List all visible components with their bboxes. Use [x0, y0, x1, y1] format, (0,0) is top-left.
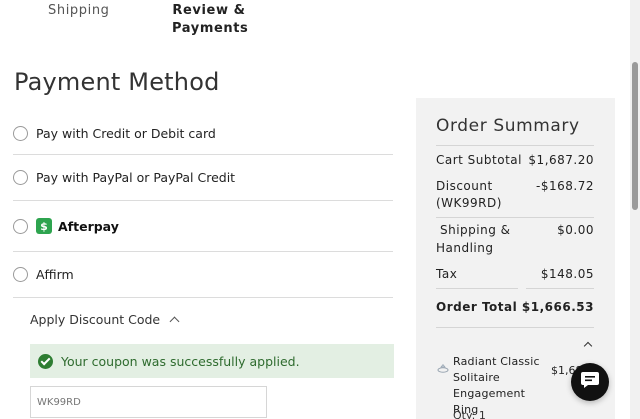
- apply-discount-toggle[interactable]: Apply Discount Code: [30, 312, 180, 327]
- payment-option-paypal[interactable]: Pay with PayPal or PayPal Credit: [13, 155, 393, 201]
- summary-label-line2: (WK99RD): [436, 196, 502, 210]
- summary-value: $1,687.20: [528, 153, 594, 167]
- summary-row-discount: Discount (WK99RD) -$168.72: [436, 178, 594, 212]
- step-review-payments[interactable]: Review & Payments: [172, 2, 249, 38]
- scrollbar-thumb[interactable]: [632, 62, 638, 210]
- ring-thumbnail-icon: [437, 358, 449, 373]
- summary-label: Tax: [436, 267, 458, 281]
- page-scrollbar[interactable]: [630, 0, 640, 419]
- discount-code-input[interactable]: [30, 386, 267, 418]
- summary-label: Discount (WK99RD): [436, 178, 502, 212]
- summary-label: Cart Subtotal: [436, 153, 522, 167]
- summary-label: Order Total: [436, 300, 518, 314]
- afterpay-logo-icon: $: [36, 218, 52, 234]
- radio-icon[interactable]: [13, 125, 28, 141]
- payment-option-card[interactable]: Pay with Credit or Debit card: [13, 112, 393, 155]
- divider: [436, 288, 518, 289]
- payment-option-label: Afterpay: [58, 218, 119, 234]
- radio-icon[interactable]: [13, 218, 28, 234]
- order-summary-title: Order Summary: [436, 116, 580, 136]
- summary-label-line1: Discount: [436, 179, 493, 193]
- step-shipping[interactable]: Shipping: [48, 2, 110, 20]
- summary-value: -$168.72: [536, 179, 594, 193]
- divider: [436, 217, 594, 218]
- payment-option-label: Affirm: [36, 267, 74, 282]
- summary-value: $1,666.53: [521, 300, 594, 314]
- payment-option-label: Pay with Credit or Debit card: [36, 125, 216, 141]
- divider: [436, 145, 594, 146]
- payment-option-affirm[interactable]: Affirm: [13, 252, 393, 298]
- coupon-success-message: Your coupon was successfully applied.: [61, 353, 300, 369]
- summary-value: $148.05: [540, 267, 594, 281]
- check-circle-icon: [38, 353, 53, 369]
- chat-icon: [580, 371, 600, 393]
- chat-button[interactable]: [571, 363, 609, 401]
- cart-item-qty: Qty: 1: [453, 409, 486, 419]
- summary-label: Shipping &: [436, 222, 511, 239]
- radio-icon[interactable]: [13, 267, 28, 282]
- divider: [436, 327, 594, 328]
- summary-label-line2: Handling: [436, 241, 494, 255]
- step-review-line2: Payments: [172, 21, 249, 36]
- summary-label-line1: Shipping &: [440, 223, 511, 237]
- summary-row-total: Order Total $1,666.53: [436, 299, 594, 316]
- summary-row-shipping: Shipping & Handling $0.00: [436, 222, 594, 256]
- payment-option-label: Pay with PayPal or PayPal Credit: [36, 170, 236, 185]
- checkout-steps: Shipping Review & Payments: [0, 0, 420, 44]
- radio-icon[interactable]: [13, 170, 28, 185]
- payment-method-title: Payment Method: [14, 68, 220, 96]
- chevron-up-icon[interactable]: [583, 340, 593, 350]
- summary-value: $0.00: [557, 223, 594, 237]
- chevron-up-icon: [170, 315, 180, 325]
- payment-option-afterpay[interactable]: $ Afterpay: [13, 201, 393, 252]
- summary-row-subtotal: Cart Subtotal $1,687.20: [436, 152, 594, 169]
- divider: [526, 288, 594, 289]
- summary-row-tax: Tax $148.05: [436, 266, 594, 283]
- coupon-success-alert: Your coupon was successfully applied.: [30, 344, 394, 378]
- discount-toggle-label: Apply Discount Code: [30, 312, 161, 327]
- step-review-line1: Review &: [172, 3, 246, 18]
